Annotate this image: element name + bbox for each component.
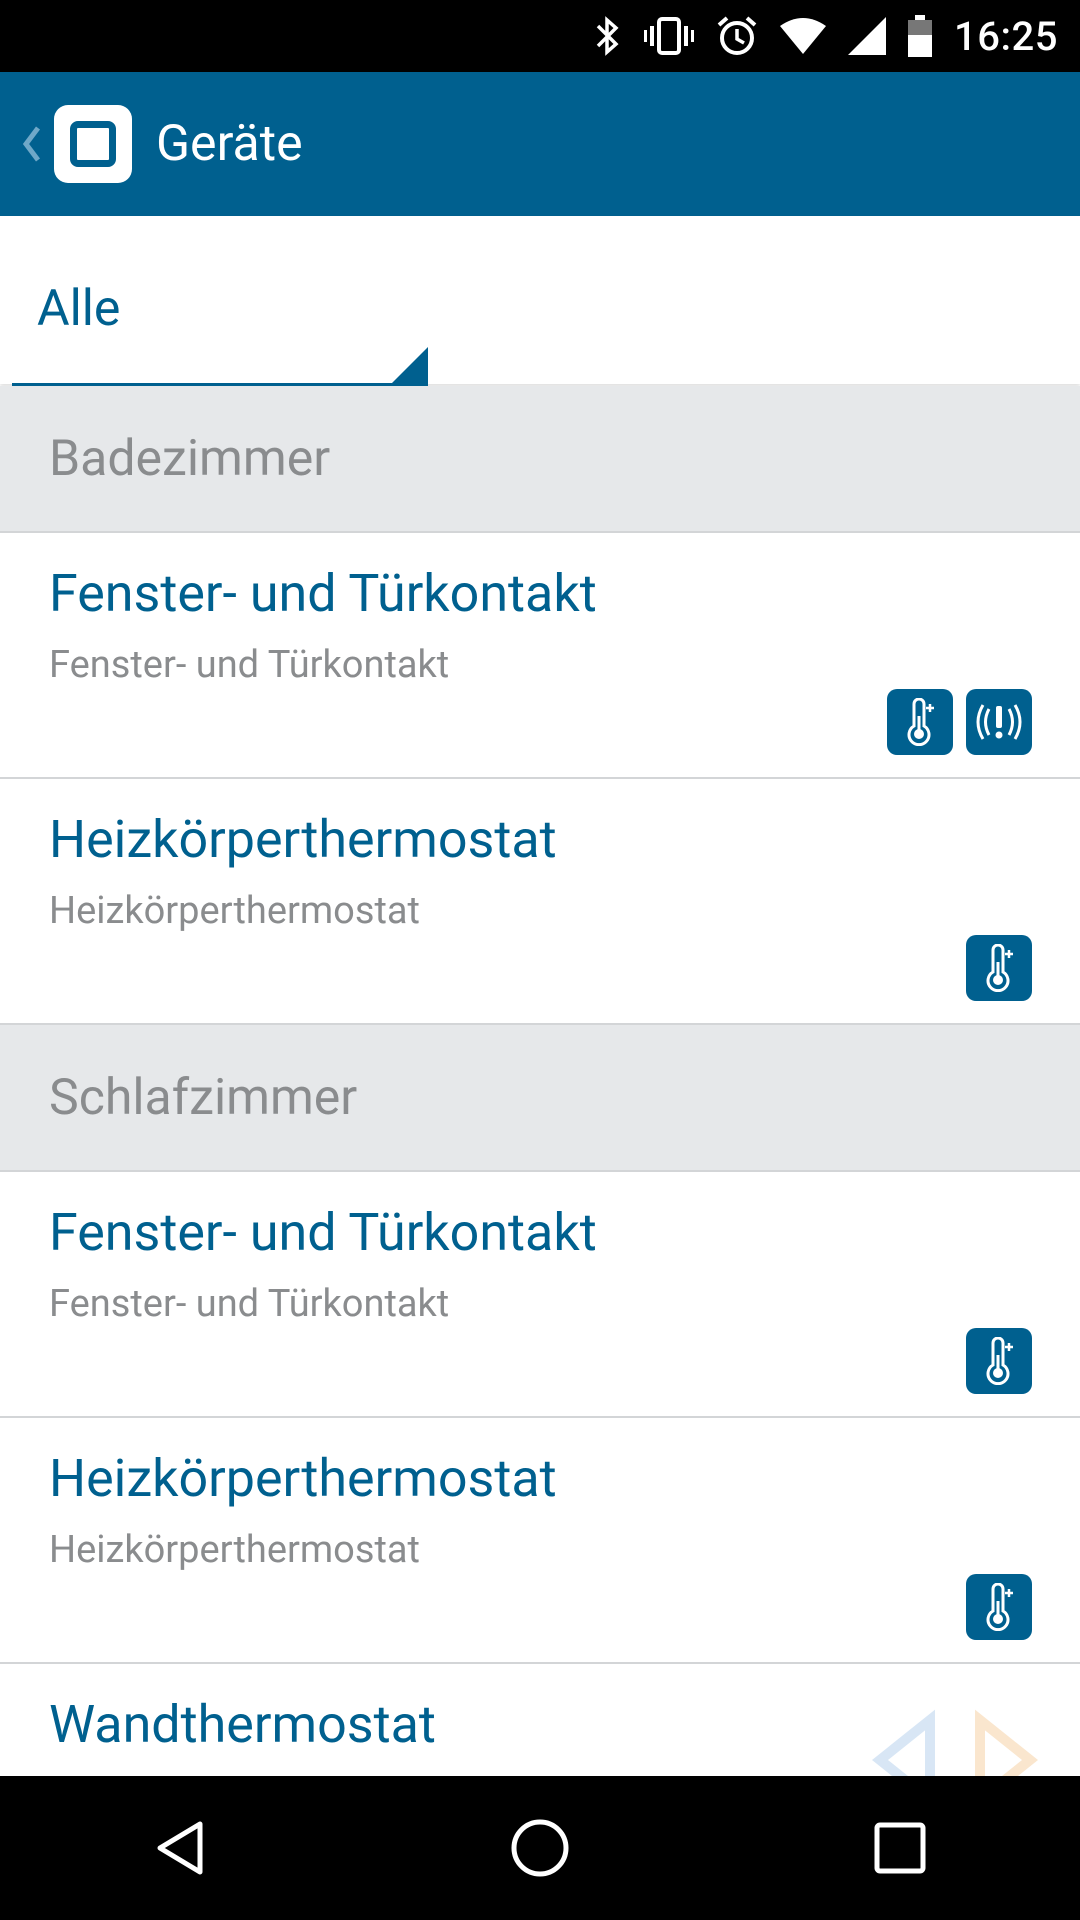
device-type: Heizkörperthermostat bbox=[49, 889, 420, 933]
device-name: Heizkörperthermostat bbox=[49, 1448, 557, 1509]
back-nav-icon[interactable] bbox=[130, 1798, 230, 1898]
navigation-bar bbox=[0, 1776, 1080, 1920]
device-name: Wandthermostat bbox=[49, 1694, 436, 1755]
alarm-icon bbox=[716, 12, 758, 60]
list-item[interactable]: Heizkörperthermostat Heizkörperthermosta… bbox=[0, 1418, 1080, 1664]
thermometer-icon bbox=[966, 935, 1032, 1001]
app-logo[interactable] bbox=[54, 105, 132, 183]
thermometer-icon bbox=[966, 1574, 1032, 1640]
battery-icon bbox=[908, 12, 933, 60]
device-name: Fenster- und Türkontakt bbox=[49, 563, 597, 624]
device-type: Fenster- und Türkontakt bbox=[49, 1282, 450, 1326]
device-name: Heizkörperthermostat bbox=[49, 809, 557, 870]
room-filter-spinner[interactable]: Alle bbox=[12, 268, 428, 386]
list-item[interactable]: Fenster- und Türkontakt Fenster- und Tür… bbox=[0, 1172, 1080, 1418]
logo-square-icon bbox=[70, 121, 116, 167]
home-nav-icon[interactable] bbox=[490, 1798, 590, 1898]
status-time: 16:25 bbox=[954, 12, 1058, 60]
page-title: Geräte bbox=[156, 115, 303, 173]
vibrate-icon bbox=[644, 12, 695, 60]
back-chevron-icon[interactable] bbox=[10, 124, 54, 164]
status-icons: 16:25 bbox=[594, 0, 1058, 72]
status-bar: 16:25 bbox=[0, 0, 1080, 72]
device-name: Fenster- und Türkontakt bbox=[49, 1202, 597, 1263]
bluetooth-icon bbox=[594, 12, 622, 60]
thermometer-icon bbox=[887, 689, 953, 755]
recents-nav-icon[interactable] bbox=[850, 1798, 950, 1898]
filter-bar: Alle bbox=[0, 216, 1080, 386]
filter-value: Alle bbox=[37, 280, 121, 338]
wifi-icon bbox=[780, 12, 827, 60]
section-header: Badezimmer bbox=[0, 386, 1080, 533]
device-type: Fenster- und Türkontakt bbox=[49, 643, 450, 687]
thermometer-icon bbox=[966, 1328, 1032, 1394]
dropdown-triangle-icon bbox=[392, 347, 428, 383]
list-item[interactable]: Fenster- und Türkontakt Fenster- und Tür… bbox=[0, 533, 1080, 779]
section-header: Schlafzimmer bbox=[0, 1025, 1080, 1172]
list-item[interactable]: Heizkörperthermostat Heizkörperthermosta… bbox=[0, 779, 1080, 1025]
alert-icon bbox=[966, 689, 1032, 755]
section-title: Badezimmer bbox=[49, 429, 331, 488]
device-list[interactable]: Badezimmer Fenster- und Türkontakt Fenst… bbox=[0, 386, 1080, 1776]
app-bar: Geräte bbox=[0, 72, 1080, 216]
device-type: Heizkörperthermostat bbox=[49, 1528, 420, 1572]
signal-icon bbox=[848, 12, 887, 60]
section-title: Schlafzimmer bbox=[49, 1068, 358, 1127]
